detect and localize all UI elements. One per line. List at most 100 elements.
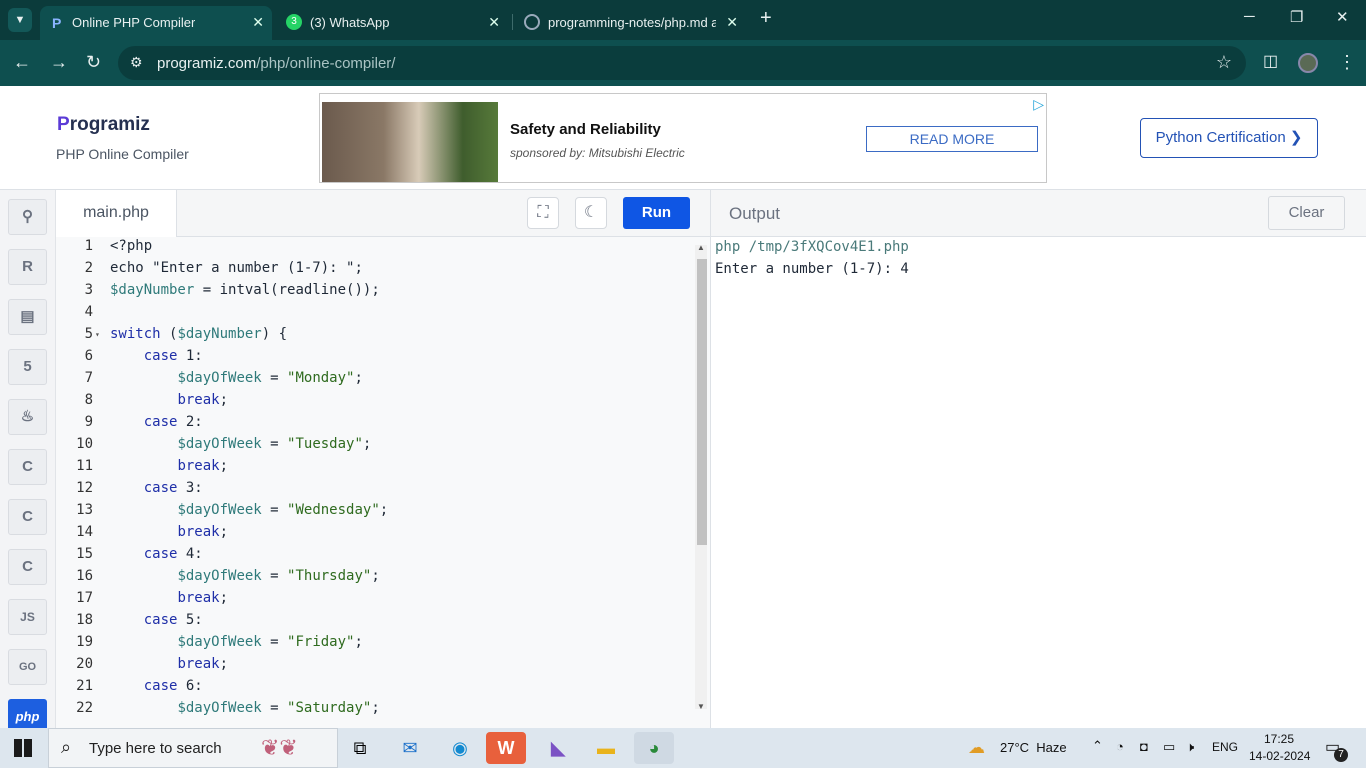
code-line: break; bbox=[177, 392, 229, 408]
run-button[interactable]: Run bbox=[623, 197, 690, 229]
battery-icon[interactable]: ▭ bbox=[1163, 739, 1175, 755]
output-header: Output Clear bbox=[711, 190, 1366, 237]
task-view-icon[interactable]: ⧉ bbox=[340, 732, 380, 764]
java-icon[interactable]: ♨ bbox=[8, 399, 47, 435]
line-number: 4 bbox=[84, 304, 93, 320]
close-tab-icon[interactable]: ✕ bbox=[252, 14, 264, 31]
advertisement-banner[interactable]: Safety and Reliability sponsored by: Mit… bbox=[319, 93, 1047, 183]
tab-whatsapp[interactable]: 3 (3) WhatsApp ✕ bbox=[276, 6, 508, 40]
cpp-language-icon[interactable]: C bbox=[8, 499, 47, 535]
restore-icon[interactable]: ❐ bbox=[1290, 8, 1303, 26]
wifi-icon[interactable]: ◔ bbox=[1116, 739, 1124, 754]
mail-icon[interactable]: ✉ bbox=[390, 732, 430, 764]
reload-icon[interactable]: ↻ bbox=[86, 52, 101, 72]
scroll-down-arrow-icon[interactable]: ▼ bbox=[697, 702, 705, 711]
output-panel: Output Clear php /tmp/3fXQCov4E1.php Ente… bbox=[711, 190, 1366, 728]
javascript-icon[interactable]: JS bbox=[8, 599, 47, 635]
tab-title: programming-notes/php.md at bbox=[548, 15, 716, 30]
taskbar-search[interactable]: ⌕ Type here to search ❦❦ bbox=[48, 728, 338, 768]
csharp-language-icon[interactable]: C bbox=[8, 549, 47, 585]
fullscreen-icon[interactable]: ⛶ bbox=[527, 197, 559, 229]
code-line: break; bbox=[177, 656, 229, 672]
language-sidebar: ⚲ R ▤ 5 ♨ C C C JS GO php bbox=[0, 190, 56, 735]
code-line: break; bbox=[177, 524, 229, 540]
clear-button[interactable]: Clear bbox=[1268, 196, 1345, 230]
new-tab-button[interactable]: + bbox=[760, 7, 772, 30]
file-explorer-icon[interactable]: ▬ bbox=[586, 732, 626, 764]
line-number: 6 bbox=[84, 348, 93, 364]
tab-online-php-compiler[interactable]: P Online PHP Compiler ✕ bbox=[40, 6, 272, 40]
close-window-icon[interactable]: ✕ bbox=[1336, 8, 1349, 26]
bookmark-star-icon[interactable]: ☆ bbox=[1216, 52, 1232, 73]
python-icon[interactable]: ⚲ bbox=[8, 199, 47, 235]
tab-search-button[interactable]: ▼ bbox=[8, 8, 32, 32]
code-line: case 5: bbox=[143, 612, 203, 628]
python-certification-button[interactable]: Python Certification ❯ bbox=[1140, 118, 1318, 158]
html5-icon[interactable]: 5 bbox=[8, 349, 47, 385]
r-language-icon[interactable]: R bbox=[8, 249, 47, 285]
line-number: 7 bbox=[84, 370, 93, 386]
code-line: case 3: bbox=[143, 480, 203, 496]
minimize-icon[interactable]: ─ bbox=[1244, 8, 1255, 25]
input-language[interactable]: ENG bbox=[1212, 740, 1238, 754]
site-info-icon[interactable]: ⚙ bbox=[130, 54, 143, 71]
meet-now-icon[interactable]: ◘ bbox=[1140, 739, 1148, 754]
site-header: Programiz PHP Online Compiler Safety and… bbox=[0, 86, 1366, 190]
scroll-up-arrow-icon[interactable]: ▲ bbox=[697, 243, 705, 252]
show-hidden-icons-chevron-icon[interactable]: ⌃ bbox=[1092, 738, 1103, 754]
go-language-icon[interactable]: GO bbox=[8, 649, 47, 685]
adchoices-icon[interactable]: ▷ bbox=[1033, 96, 1044, 113]
tab-separator bbox=[512, 14, 513, 30]
fold-toggle-icon[interactable]: ▾ bbox=[95, 330, 100, 339]
line-number: 11 bbox=[76, 458, 93, 474]
edge-browser-icon[interactable]: ◉ bbox=[440, 732, 480, 764]
code-line: case 1: bbox=[143, 348, 203, 364]
weather-text[interactable]: 27°C Haze bbox=[1000, 740, 1067, 755]
code-line: $dayNumber = intval(readline()); bbox=[110, 282, 380, 298]
windows-start-icon[interactable] bbox=[14, 739, 32, 757]
forward-icon[interactable]: → bbox=[50, 52, 68, 72]
wps-office-icon[interactable]: W bbox=[486, 732, 526, 764]
line-number: 21 bbox=[76, 678, 93, 694]
line-number: 5 bbox=[84, 326, 93, 342]
sql-database-icon[interactable]: ▤ bbox=[8, 299, 47, 335]
code-line: break; bbox=[177, 458, 229, 474]
file-tab-main-php[interactable]: main.php bbox=[56, 190, 177, 237]
chrome-browser-icon[interactable]: ◕ bbox=[634, 732, 674, 764]
close-tab-icon[interactable]: ✕ bbox=[726, 14, 738, 31]
code-editor-panel: main.php ⛶ ☾ Run 1 <?php 2 echo "Enter a nu… bbox=[56, 190, 711, 728]
tab-github-notes[interactable]: programming-notes/php.md at ✕ bbox=[514, 6, 746, 40]
visual-studio-icon[interactable]: ◣ bbox=[538, 732, 578, 764]
windows-taskbar: ⌕ Type here to search ❦❦ ⧉ ✉ ◉ W ◣ ▬ ◕ ☁… bbox=[0, 728, 1366, 768]
programiz-logo[interactable]: Programiz bbox=[57, 114, 150, 136]
ad-read-more-button[interactable]: READ MORE bbox=[866, 126, 1038, 152]
volume-muted-icon[interactable]: 🕨 bbox=[1186, 739, 1194, 755]
search-icon: ⌕ bbox=[61, 737, 72, 757]
weather-icon[interactable]: ☁ bbox=[968, 738, 985, 758]
side-panel-icon[interactable]: ◫ bbox=[1263, 52, 1278, 72]
github-icon bbox=[524, 14, 540, 30]
c-language-icon[interactable]: C bbox=[8, 449, 47, 485]
code-area[interactable]: 1 <?php 2 echo "Enter a number (1-7): "; 3 $d… bbox=[56, 237, 710, 728]
editor-tab-bar: main.php ⛶ ☾ Run bbox=[56, 190, 710, 237]
scrollbar-thumb[interactable] bbox=[697, 259, 707, 545]
code-line: $dayOfWeek = "Friday"; bbox=[177, 634, 363, 650]
clock-time[interactable]: 17:25 bbox=[1264, 732, 1294, 746]
back-icon[interactable]: ← bbox=[13, 52, 31, 72]
close-tab-icon[interactable]: ✕ bbox=[488, 14, 500, 31]
programiz-favicon-icon: P bbox=[52, 15, 62, 31]
line-number: 8 bbox=[84, 392, 93, 408]
browser-tab-strip: ▼ P Online PHP Compiler ✕ 3 (3) WhatsApp… bbox=[0, 0, 1366, 40]
code-line: $dayOfWeek = "Wednesday"; bbox=[177, 502, 389, 518]
editor-scrollbar[interactable] bbox=[695, 245, 707, 709]
code-line: break; bbox=[177, 590, 229, 606]
line-number: 13 bbox=[76, 502, 93, 518]
profile-avatar[interactable] bbox=[1298, 53, 1318, 73]
line-number: 16 bbox=[76, 568, 93, 584]
clock-date[interactable]: 14-02-2024 bbox=[1249, 749, 1310, 763]
browser-menu-icon[interactable]: ⋮ bbox=[1338, 52, 1356, 72]
line-number: 2 bbox=[84, 260, 93, 276]
address-bar[interactable]: ⚙ programiz.com/php/online-compiler/ ☆ bbox=[118, 46, 1246, 80]
dark-mode-moon-icon[interactable]: ☾ bbox=[575, 197, 607, 229]
output-title: Output bbox=[729, 204, 781, 223]
